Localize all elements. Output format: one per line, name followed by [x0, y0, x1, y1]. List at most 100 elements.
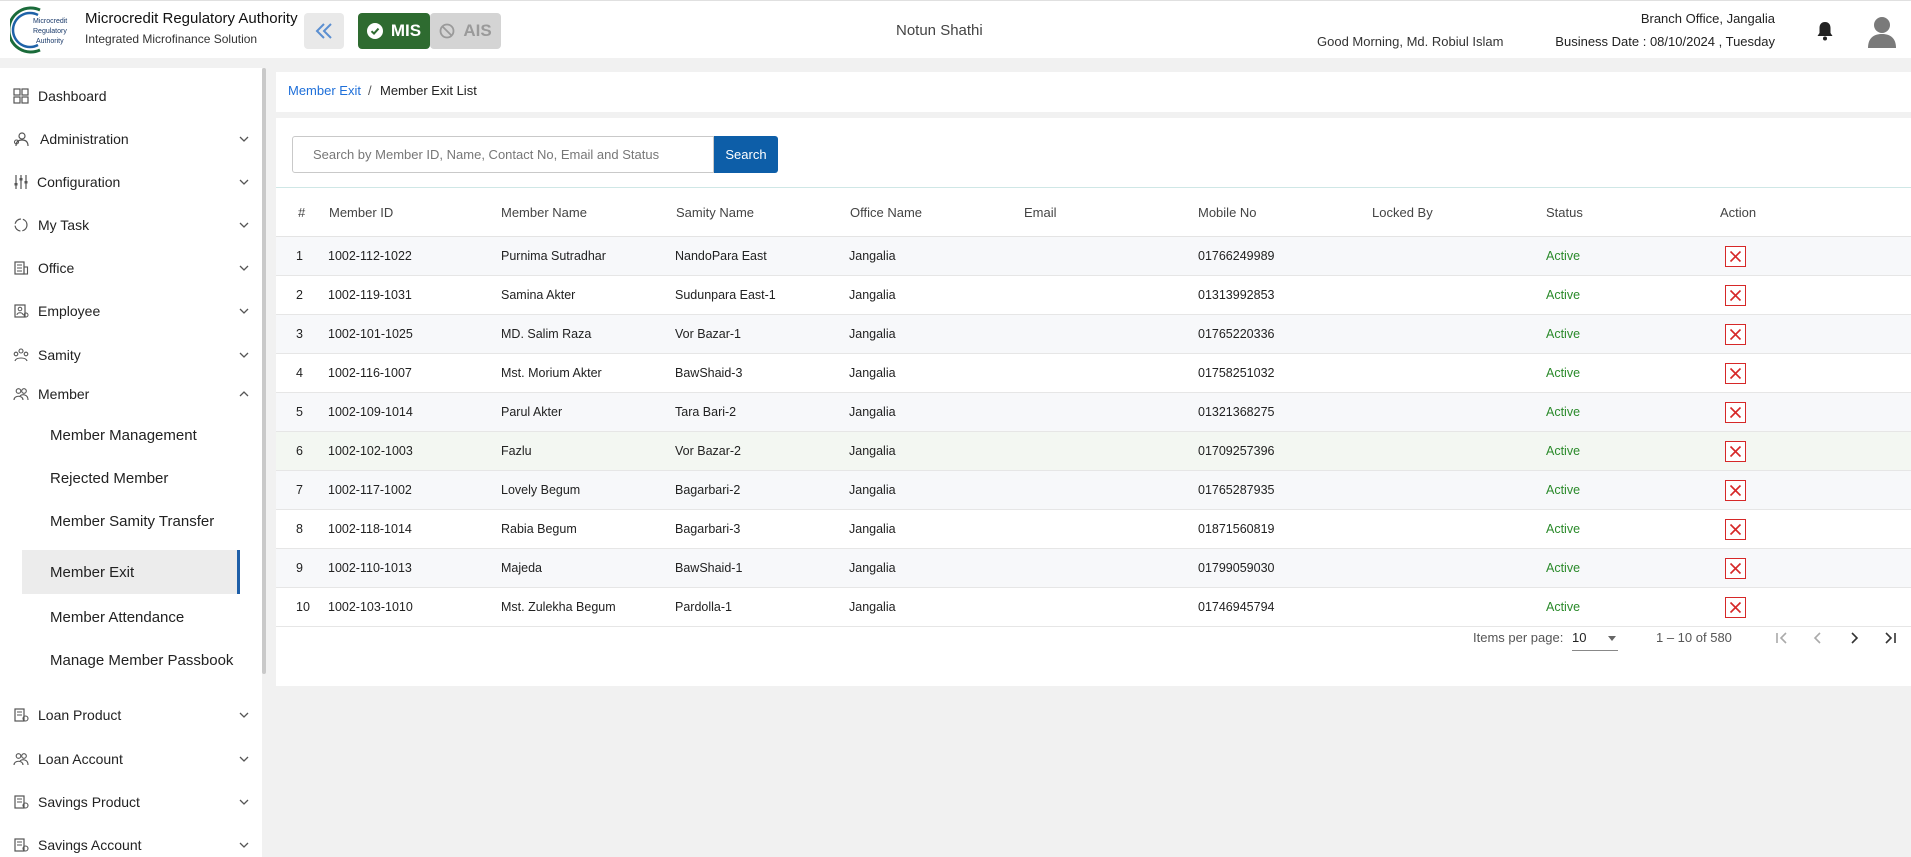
page-size-select[interactable]: 10	[1572, 625, 1618, 651]
search-button[interactable]: Search	[714, 136, 778, 173]
sidebar-item-savings-account[interactable]: Savings Account	[0, 827, 262, 857]
exit-member-button[interactable]	[1725, 363, 1746, 384]
exit-member-button[interactable]	[1725, 480, 1746, 501]
sidebar-subitem-member-management[interactable]: Member Management	[22, 413, 240, 457]
sidebar-item-office[interactable]: Office	[0, 250, 262, 286]
column-header-action: Action	[1720, 205, 1757, 220]
exit-member-button[interactable]	[1725, 519, 1746, 540]
column-header-locked-by: Locked By	[1372, 205, 1433, 220]
bell-icon[interactable]	[1816, 21, 1834, 41]
first-page-button[interactable]	[1770, 626, 1794, 650]
cell-office-name: Jangalia	[849, 600, 896, 614]
admin-icon	[13, 132, 29, 147]
collapse-sidebar-button[interactable]	[304, 13, 344, 49]
office-icon	[14, 261, 29, 275]
sidebar-item-dashboard[interactable]: Dashboard	[0, 78, 262, 114]
chevron-down-icon	[239, 842, 249, 848]
cell-member-name: Majeda	[501, 561, 542, 575]
last-page-button[interactable]	[1878, 626, 1902, 650]
table-row[interactable]: 2 1002-119-1031 Samina Akter Sudunpara East…	[276, 276, 1911, 315]
sidebar-item-samity[interactable]: Samity	[0, 337, 262, 373]
sidebar-sublabel: Member Attendance	[50, 608, 185, 626]
table-row[interactable]: 8 1002-118-1014 Rabia Begum Bagarbari-3 Jang…	[276, 510, 1911, 549]
cell-member-id: 1002-109-1014	[328, 405, 413, 419]
table-row[interactable]: 1 1002-112-1022 Purnima Sutradhar NandoPara…	[276, 237, 1911, 276]
member-exit-panel: Search # Member ID Member Name Samity Na…	[276, 118, 1911, 686]
exit-member-button[interactable]	[1725, 597, 1746, 618]
column-header-status: Status	[1546, 205, 1583, 220]
sidebar-item-loan-account[interactable]: Loan Account	[0, 741, 262, 777]
table-row[interactable]: 3 1002-101-1025 MD. Salim Raza Vor Bazar-1 J…	[276, 315, 1911, 354]
cell-status: Active	[1546, 288, 1581, 302]
sidebar-item-loan-product[interactable]: Loan Product	[0, 697, 262, 733]
exit-member-button[interactable]	[1725, 324, 1746, 345]
previous-page-button[interactable]	[1806, 626, 1830, 650]
chevron-down-icon	[239, 756, 249, 762]
cell-mobile-no: 01871560819	[1198, 522, 1275, 536]
sidebar-sublabel: Member Exit	[50, 563, 135, 581]
cell-status: Active	[1546, 366, 1581, 380]
employee-icon	[14, 304, 29, 318]
mis-toggle-button[interactable]: MIS	[358, 13, 430, 49]
exit-member-button[interactable]	[1725, 558, 1746, 579]
sidebar-item-member[interactable]: Member	[0, 376, 262, 412]
sidebar-item-administration[interactable]: Administration	[0, 121, 262, 157]
close-icon	[1729, 328, 1742, 341]
organization-name: Notun Shathi	[896, 22, 983, 39]
ais-toggle-button[interactable]: AIS	[430, 13, 501, 49]
cell-member-id: 1002-118-1014	[328, 522, 412, 536]
cell-samity-name: BawShaid-3	[675, 366, 743, 380]
cell-member-name: MD. Salim Raza	[501, 327, 592, 341]
column-header-office-name: Office Name	[850, 205, 923, 220]
column-header-mobile-no: Mobile No	[1198, 205, 1257, 220]
sidebar-label: Administration	[40, 131, 129, 147]
exit-member-button[interactable]	[1725, 285, 1746, 306]
breadcrumb-link-member-exit[interactable]: Member Exit	[288, 83, 361, 98]
sidebar-item-employee[interactable]: Employee	[0, 293, 262, 329]
cell-status: Active	[1546, 600, 1581, 614]
table-row[interactable]: 9 1002-110-1013 Majeda BawShaid-1 Jangalia 01…	[276, 549, 1911, 588]
sidebar-label: Savings Product	[38, 794, 140, 810]
cell-mobile-no: 01746945794	[1198, 600, 1275, 614]
cell-member-name: Fazlu	[501, 444, 532, 458]
savings-account-icon	[14, 838, 29, 852]
next-page-button[interactable]	[1842, 626, 1866, 650]
close-icon	[1729, 250, 1742, 263]
sidebar-sublabel: Member Samity Transfer	[50, 512, 215, 530]
cell-member-id: 1002-103-1010	[328, 600, 413, 614]
sidebar-item-savings-product[interactable]: Savings Product	[0, 784, 262, 820]
table-row[interactable]: 4 1002-116-1007 Mst. Morium Akter BawShaid-…	[276, 354, 1911, 393]
items-per-page-label: Items per page:	[1473, 630, 1564, 645]
close-icon	[1729, 601, 1742, 614]
sidebar-subitem-rejected-member[interactable]: Rejected Member	[22, 456, 240, 500]
chevron-down-icon	[239, 712, 249, 718]
business-date: Business Date : 08/10/2024 , Tuesday	[1555, 34, 1775, 49]
search-input[interactable]	[292, 136, 714, 173]
exit-member-button[interactable]	[1725, 402, 1746, 423]
cell-index: 8	[296, 522, 303, 536]
exit-member-button[interactable]	[1725, 246, 1746, 267]
sidebar-subitem-member-exit[interactable]: Member Exit	[22, 550, 240, 594]
brand-subtitle: Integrated Microfinance Solution	[85, 32, 258, 46]
sidebar-subitem-manage-member-passbook[interactable]: Manage Member Passbook	[22, 638, 240, 682]
sidebar-subitem-member-samity-transfer[interactable]: Member Samity Transfer	[22, 499, 240, 543]
cell-office-name: Jangalia	[849, 483, 896, 497]
sidebar-item-configuration[interactable]: Configuration	[0, 164, 262, 200]
sidebar-subitem-member-attendance[interactable]: Member Attendance	[22, 595, 240, 639]
user-avatar-icon[interactable]	[1867, 15, 1897, 49]
cell-samity-name: NandoPara East	[675, 249, 767, 263]
cell-status: Active	[1546, 483, 1581, 497]
close-icon	[1729, 289, 1742, 302]
cell-office-name: Jangalia	[849, 561, 896, 575]
exit-member-button[interactable]	[1725, 441, 1746, 462]
table-row[interactable]: 7 1002-117-1002 Lovely Begum Bagarbari-2 Jan…	[276, 471, 1911, 510]
table-row[interactable]: 6 1002-102-1003 Fazlu Vor Bazar-2 Jangalia 01…	[276, 432, 1911, 471]
sidebar-item-my-task[interactable]: My Task	[0, 207, 262, 243]
sidebar-scrollbar[interactable]	[262, 68, 266, 674]
table-row[interactable]: 5 1002-109-1014 Parul Akter Tara Bari-2 Jang…	[276, 393, 1911, 432]
breadcrumb-current: Member Exit List	[380, 83, 477, 98]
cell-index: 2	[296, 288, 303, 302]
chevron-down-icon	[239, 222, 249, 228]
sidebar-sublabel: Member Management	[50, 426, 197, 444]
top-header: Microcredit Regulatory Authority Microcr…	[0, 0, 1911, 58]
